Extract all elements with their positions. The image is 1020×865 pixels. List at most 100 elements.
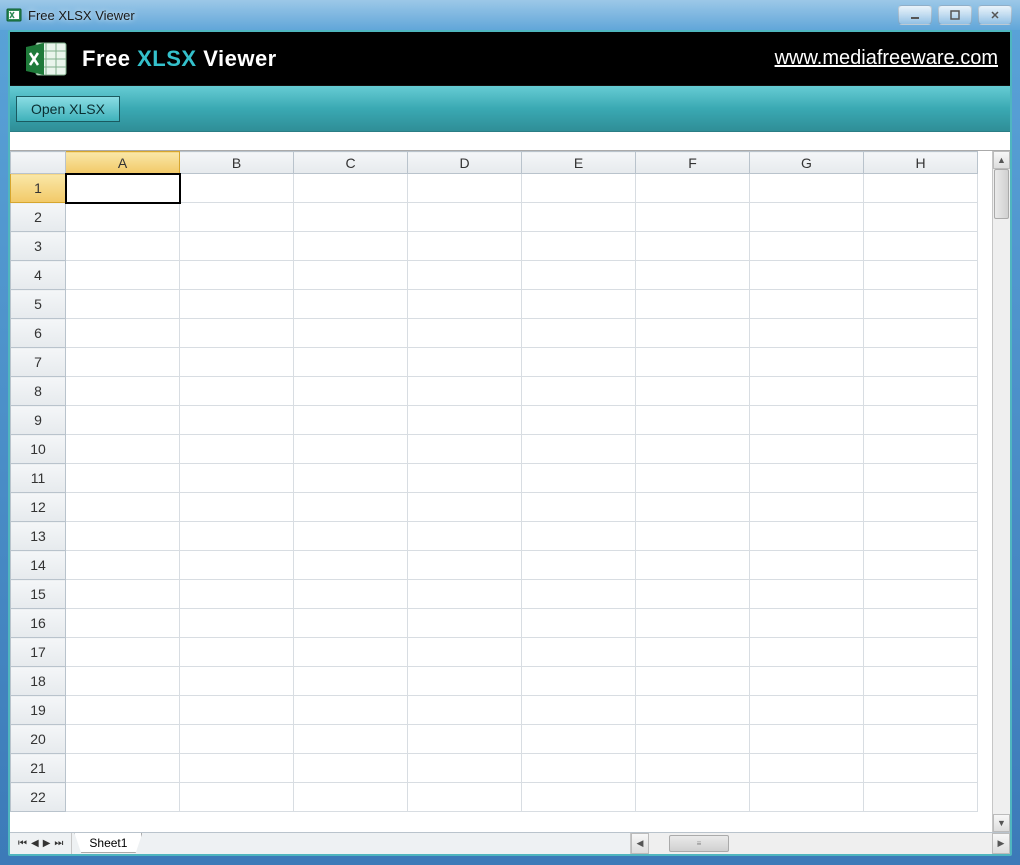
cell-A22[interactable]: [66, 783, 180, 812]
col-header-F[interactable]: F: [636, 152, 750, 174]
close-button[interactable]: [978, 5, 1012, 25]
cell-G9[interactable]: [750, 406, 864, 435]
row-header-7[interactable]: 7: [11, 348, 66, 377]
cell-H4[interactable]: [864, 261, 978, 290]
cell-F11[interactable]: [636, 464, 750, 493]
cell-F17[interactable]: [636, 638, 750, 667]
cell-E1[interactable]: [522, 174, 636, 203]
cell-B21[interactable]: [180, 754, 294, 783]
cell-B4[interactable]: [180, 261, 294, 290]
cell-G17[interactable]: [750, 638, 864, 667]
last-sheet-icon[interactable]: ⏭: [54, 838, 63, 849]
cell-F10[interactable]: [636, 435, 750, 464]
cell-C22[interactable]: [294, 783, 408, 812]
row-header-22[interactable]: 22: [11, 783, 66, 812]
cell-C8[interactable]: [294, 377, 408, 406]
cell-D20[interactable]: [408, 725, 522, 754]
cell-E7[interactable]: [522, 348, 636, 377]
cell-A6[interactable]: [66, 319, 180, 348]
cell-A14[interactable]: [66, 551, 180, 580]
next-sheet-icon[interactable]: ▶: [43, 838, 51, 849]
cell-A18[interactable]: [66, 667, 180, 696]
horizontal-scrollbar[interactable]: ◀ ≡ ▶: [630, 833, 1010, 854]
cell-H8[interactable]: [864, 377, 978, 406]
cell-B1[interactable]: [180, 174, 294, 203]
cell-G1[interactable]: [750, 174, 864, 203]
cell-B14[interactable]: [180, 551, 294, 580]
cell-E9[interactable]: [522, 406, 636, 435]
cell-C18[interactable]: [294, 667, 408, 696]
cell-G16[interactable]: [750, 609, 864, 638]
cell-H16[interactable]: [864, 609, 978, 638]
cell-E12[interactable]: [522, 493, 636, 522]
cell-E4[interactable]: [522, 261, 636, 290]
cell-H9[interactable]: [864, 406, 978, 435]
cell-E17[interactable]: [522, 638, 636, 667]
row-header-20[interactable]: 20: [11, 725, 66, 754]
cell-A13[interactable]: [66, 522, 180, 551]
row-header-11[interactable]: 11: [11, 464, 66, 493]
cell-H21[interactable]: [864, 754, 978, 783]
row-header-5[interactable]: 5: [11, 290, 66, 319]
cell-G10[interactable]: [750, 435, 864, 464]
cell-H14[interactable]: [864, 551, 978, 580]
cell-H1[interactable]: [864, 174, 978, 203]
row-header-10[interactable]: 10: [11, 435, 66, 464]
cell-G20[interactable]: [750, 725, 864, 754]
cell-A12[interactable]: [66, 493, 180, 522]
cell-B16[interactable]: [180, 609, 294, 638]
cell-H17[interactable]: [864, 638, 978, 667]
cell-F15[interactable]: [636, 580, 750, 609]
cell-F16[interactable]: [636, 609, 750, 638]
col-header-H[interactable]: H: [864, 152, 978, 174]
vscroll-thumb[interactable]: [994, 169, 1009, 219]
cell-A11[interactable]: [66, 464, 180, 493]
cell-E19[interactable]: [522, 696, 636, 725]
cell-F22[interactable]: [636, 783, 750, 812]
cell-C1[interactable]: [294, 174, 408, 203]
cell-E18[interactable]: [522, 667, 636, 696]
cell-B13[interactable]: [180, 522, 294, 551]
scroll-down-button[interactable]: ▼: [993, 814, 1010, 832]
row-header-8[interactable]: 8: [11, 377, 66, 406]
cell-B7[interactable]: [180, 348, 294, 377]
row-header-21[interactable]: 21: [11, 754, 66, 783]
cell-D2[interactable]: [408, 203, 522, 232]
cell-B18[interactable]: [180, 667, 294, 696]
open-xlsx-button[interactable]: Open XLSX: [16, 96, 120, 122]
cell-B17[interactable]: [180, 638, 294, 667]
row-header-3[interactable]: 3: [11, 232, 66, 261]
row-header-4[interactable]: 4: [11, 261, 66, 290]
cell-D13[interactable]: [408, 522, 522, 551]
cell-E15[interactable]: [522, 580, 636, 609]
cell-G2[interactable]: [750, 203, 864, 232]
cell-G6[interactable]: [750, 319, 864, 348]
cell-F19[interactable]: [636, 696, 750, 725]
cell-G3[interactable]: [750, 232, 864, 261]
cell-A5[interactable]: [66, 290, 180, 319]
row-header-17[interactable]: 17: [11, 638, 66, 667]
minimize-button[interactable]: [898, 5, 932, 25]
cell-F18[interactable]: [636, 667, 750, 696]
cell-G12[interactable]: [750, 493, 864, 522]
cell-F21[interactable]: [636, 754, 750, 783]
row-header-14[interactable]: 14: [11, 551, 66, 580]
cell-C14[interactable]: [294, 551, 408, 580]
cell-C9[interactable]: [294, 406, 408, 435]
cell-D12[interactable]: [408, 493, 522, 522]
cell-A21[interactable]: [66, 754, 180, 783]
cell-A1[interactable]: [66, 174, 180, 203]
cell-B20[interactable]: [180, 725, 294, 754]
cell-B22[interactable]: [180, 783, 294, 812]
cell-D9[interactable]: [408, 406, 522, 435]
cell-C3[interactable]: [294, 232, 408, 261]
cell-B19[interactable]: [180, 696, 294, 725]
cell-A3[interactable]: [66, 232, 180, 261]
cell-H11[interactable]: [864, 464, 978, 493]
cell-D8[interactable]: [408, 377, 522, 406]
first-sheet-icon[interactable]: ⏮: [18, 838, 27, 849]
cell-F1[interactable]: [636, 174, 750, 203]
cell-A20[interactable]: [66, 725, 180, 754]
cell-C7[interactable]: [294, 348, 408, 377]
cell-A4[interactable]: [66, 261, 180, 290]
